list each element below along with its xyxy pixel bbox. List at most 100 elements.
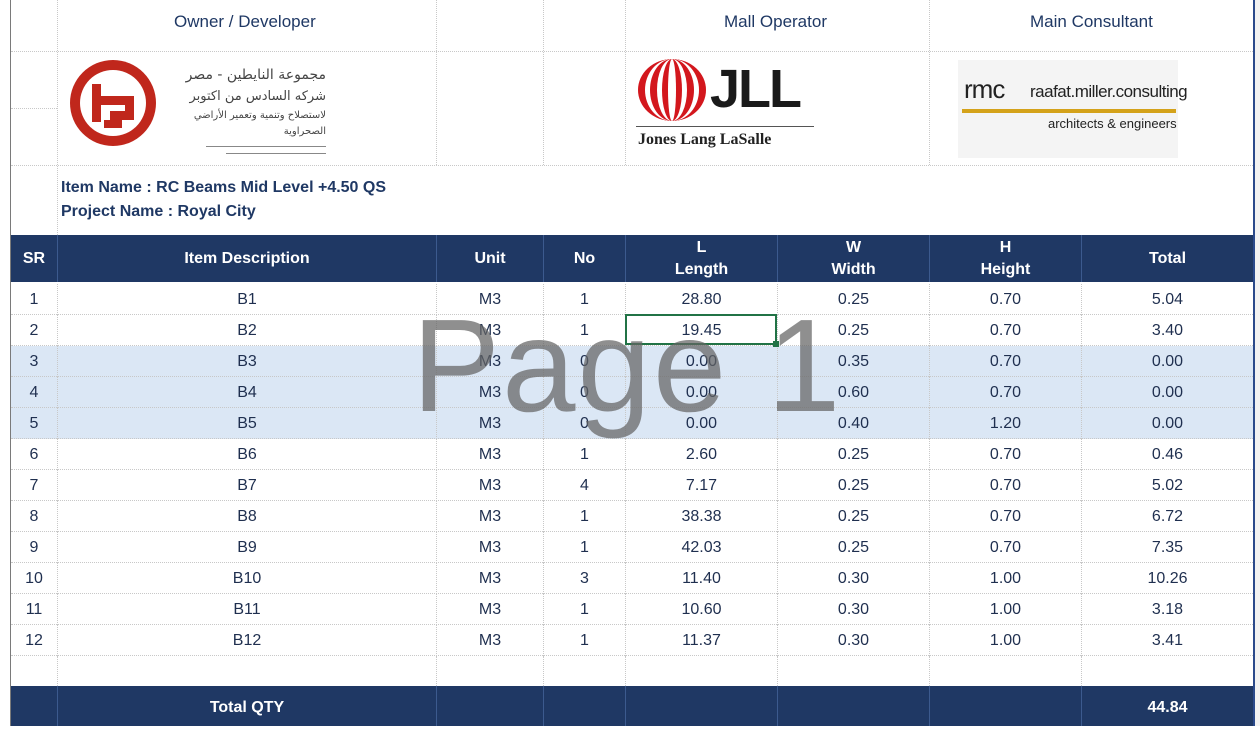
cell-l[interactable]: 7.17 [626, 470, 777, 501]
cell-total[interactable]: 5.02 [1082, 470, 1253, 501]
fill-handle[interactable] [773, 341, 779, 347]
cell-no[interactable]: 1 [544, 284, 625, 315]
cell-w[interactable]: 0.25 [778, 501, 929, 532]
cell-desc[interactable]: B7 [58, 470, 436, 501]
cell-l[interactable]: 2.60 [626, 439, 777, 470]
cell-l[interactable]: 11.37 [626, 625, 777, 656]
cell-l[interactable]: 0.00 [626, 408, 777, 439]
cell-l[interactable]: 0.00 [626, 377, 777, 408]
cell-l[interactable]: 38.38 [626, 501, 777, 532]
cell-no[interactable]: 0 [544, 408, 625, 439]
gridline [625, 284, 626, 315]
cell-w[interactable]: 0.30 [778, 563, 929, 594]
cell-sr[interactable]: 2 [11, 315, 57, 346]
cell-h[interactable]: 0.70 [930, 377, 1081, 408]
cell-w[interactable]: 0.25 [778, 315, 929, 346]
cell-l[interactable]: 28.80 [626, 284, 777, 315]
cell-no[interactable]: 0 [544, 377, 625, 408]
cell-sr[interactable]: 12 [11, 625, 57, 656]
cell-h[interactable]: 0.70 [930, 501, 1081, 532]
cell-no[interactable]: 0 [544, 346, 625, 377]
cell-h[interactable]: 0.70 [930, 346, 1081, 377]
cell-total[interactable]: 0.00 [1082, 408, 1253, 439]
cell-unit[interactable]: M3 [437, 284, 543, 315]
cell-w[interactable]: 0.25 [778, 470, 929, 501]
cell-desc[interactable]: B9 [58, 532, 436, 563]
cell-unit[interactable]: M3 [437, 470, 543, 501]
cell-h[interactable]: 1.00 [930, 625, 1081, 656]
cell-l[interactable]: 42.03 [626, 532, 777, 563]
cell-no[interactable]: 1 [544, 594, 625, 625]
cell-sr[interactable]: 3 [11, 346, 57, 377]
cell-unit[interactable]: M3 [437, 532, 543, 563]
cell-desc[interactable]: B11 [58, 594, 436, 625]
cell-unit[interactable]: M3 [437, 625, 543, 656]
cell-desc[interactable]: B6 [58, 439, 436, 470]
cell-total[interactable]: 3.41 [1082, 625, 1253, 656]
cell-no[interactable]: 1 [544, 532, 625, 563]
cell-no[interactable]: 3 [544, 563, 625, 594]
cell-h[interactable]: 0.70 [930, 284, 1081, 315]
cell-desc[interactable]: B3 [58, 346, 436, 377]
cell-desc[interactable]: B5 [58, 408, 436, 439]
cell-no[interactable]: 1 [544, 501, 625, 532]
cell-w[interactable]: 0.30 [778, 594, 929, 625]
cell-sr[interactable]: 7 [11, 470, 57, 501]
cell-h[interactable]: 0.70 [930, 439, 1081, 470]
selected-cell[interactable] [625, 314, 777, 345]
cell-sr[interactable]: 10 [11, 563, 57, 594]
cell-l[interactable]: 0.00 [626, 346, 777, 377]
cell-total[interactable]: 0.00 [1082, 346, 1253, 377]
cell-no[interactable]: 4 [544, 470, 625, 501]
cell-total[interactable]: 3.40 [1082, 315, 1253, 346]
cell-unit[interactable]: M3 [437, 377, 543, 408]
cell-total[interactable]: 0.00 [1082, 377, 1253, 408]
cell-total[interactable]: 0.46 [1082, 439, 1253, 470]
cell-sr[interactable]: 6 [11, 439, 57, 470]
cell-w[interactable]: 0.25 [778, 532, 929, 563]
cell-w[interactable]: 0.35 [778, 346, 929, 377]
cell-w[interactable]: 0.25 [778, 284, 929, 315]
cell-desc[interactable]: B1 [58, 284, 436, 315]
cell-h[interactable]: 0.70 [930, 470, 1081, 501]
cell-l[interactable]: 10.60 [626, 594, 777, 625]
cell-desc[interactable]: B4 [58, 377, 436, 408]
cell-w[interactable]: 0.60 [778, 377, 929, 408]
cell-unit[interactable]: M3 [437, 594, 543, 625]
cell-unit[interactable]: M3 [437, 408, 543, 439]
cell-h[interactable]: 1.00 [930, 594, 1081, 625]
cell-unit[interactable]: M3 [437, 501, 543, 532]
cell-total[interactable]: 7.35 [1082, 532, 1253, 563]
cell-no[interactable]: 1 [544, 625, 625, 656]
cell-h[interactable]: 0.70 [930, 532, 1081, 563]
cell-h[interactable]: 1.20 [930, 408, 1081, 439]
cell-desc[interactable]: B8 [58, 501, 436, 532]
gridline [929, 408, 930, 439]
cell-h[interactable]: 1.00 [930, 563, 1081, 594]
cell-desc[interactable]: B12 [58, 625, 436, 656]
cell-no[interactable]: 1 [544, 439, 625, 470]
cell-total[interactable]: 3.18 [1082, 594, 1253, 625]
cell-unit[interactable]: M3 [437, 439, 543, 470]
cell-unit[interactable]: M3 [437, 346, 543, 377]
cell-sr[interactable]: 1 [11, 284, 57, 315]
cell-l[interactable]: 11.40 [626, 563, 777, 594]
cell-w[interactable]: 0.30 [778, 625, 929, 656]
cell-sr[interactable]: 5 [11, 408, 57, 439]
rmc-gold-bar [962, 109, 1176, 113]
cell-w[interactable]: 0.25 [778, 439, 929, 470]
cell-sr[interactable]: 9 [11, 532, 57, 563]
cell-unit[interactable]: M3 [437, 315, 543, 346]
cell-total[interactable]: 10.26 [1082, 563, 1253, 594]
cell-sr[interactable]: 11 [11, 594, 57, 625]
cell-h[interactable]: 0.70 [930, 315, 1081, 346]
cell-no[interactable]: 1 [544, 315, 625, 346]
cell-total[interactable]: 5.04 [1082, 284, 1253, 315]
cell-w[interactable]: 0.40 [778, 408, 929, 439]
cell-desc[interactable]: B2 [58, 315, 436, 346]
cell-desc[interactable]: B10 [58, 563, 436, 594]
cell-sr[interactable]: 8 [11, 501, 57, 532]
cell-total[interactable]: 6.72 [1082, 501, 1253, 532]
cell-sr[interactable]: 4 [11, 377, 57, 408]
cell-unit[interactable]: M3 [437, 563, 543, 594]
